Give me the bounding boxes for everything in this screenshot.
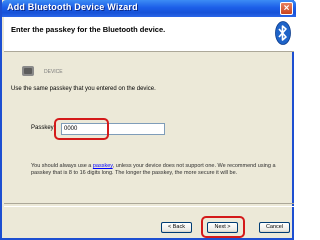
instructions-text: Use the same passkey that you entered on…	[11, 86, 156, 92]
passkey-highlight	[54, 118, 109, 140]
wizard-header: Enter the passkey for the Bluetooth devi…	[4, 17, 294, 52]
device-name: DEVICE	[44, 69, 63, 75]
passkey-label: Passkey:	[31, 125, 56, 131]
title-bar[interactable]: Add Bluetooth Device Wizard ×	[2, 0, 296, 17]
passkey-link[interactable]: passkey	[93, 163, 113, 169]
close-button[interactable]: ×	[280, 2, 293, 15]
wizard-window: Add Bluetooth Device Wizard × Enter the …	[0, 0, 296, 240]
passkey-hint: You should always use a passkey, unless …	[31, 163, 281, 177]
next-button-highlight	[201, 216, 245, 238]
bluetooth-icon	[275, 21, 291, 45]
footer-divider	[4, 203, 294, 207]
device-icon	[22, 66, 34, 76]
back-button[interactable]: < Back	[161, 222, 192, 233]
header-title: Enter the passkey for the Bluetooth devi…	[11, 25, 166, 34]
cancel-button[interactable]: Cancel	[259, 222, 290, 233]
wizard-content: DEVICE Use the same passkey that you ent…	[4, 52, 294, 200]
window-title: Add Bluetooth Device Wizard	[7, 2, 138, 12]
hint-text-before: You should always use a	[31, 163, 93, 169]
